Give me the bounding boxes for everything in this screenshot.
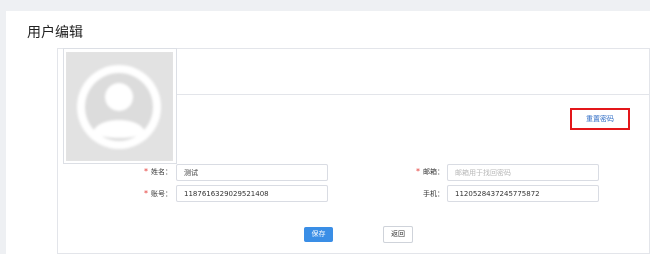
save-button[interactable]: 保存 bbox=[304, 227, 333, 242]
required-mark: * bbox=[416, 167, 420, 176]
page-title: 用户编辑 bbox=[27, 25, 83, 41]
account-input[interactable] bbox=[176, 185, 328, 202]
phone-input[interactable] bbox=[447, 185, 599, 202]
account-label: * 账号： bbox=[144, 189, 172, 198]
name-label: * 姓名： bbox=[144, 167, 172, 176]
name-input[interactable] bbox=[176, 164, 328, 181]
default-user-avatar-icon bbox=[66, 52, 173, 161]
required-mark: * bbox=[144, 167, 148, 176]
required-mark: * bbox=[144, 189, 148, 198]
phone-label: 手机： bbox=[423, 190, 444, 198]
email-input[interactable] bbox=[447, 164, 599, 181]
reset-password-button[interactable]: 重置密码 bbox=[570, 108, 630, 130]
back-button[interactable]: 返回 bbox=[383, 226, 413, 243]
email-label: * 邮箱： bbox=[416, 167, 444, 176]
header-divider bbox=[177, 94, 650, 95]
avatar[interactable] bbox=[66, 52, 173, 161]
